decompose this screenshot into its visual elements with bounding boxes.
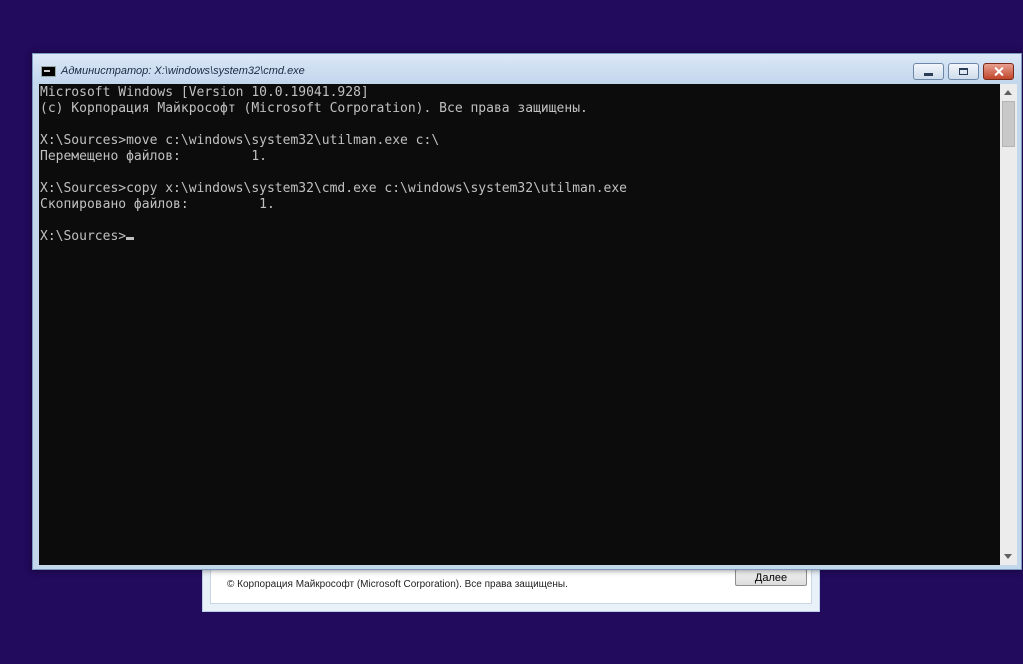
scroll-thumb[interactable] [1002,101,1015,147]
console-line: Перемещено файлов: 1. [40,149,267,164]
cmd-window: Администратор: X:\windows\system32\cmd.e… [32,53,1022,570]
console-line: Microsoft Windows [Version 10.0.19041.92… [40,85,369,100]
console-text: Microsoft Windows [Version 10.0.19041.92… [40,85,627,245]
minimize-button[interactable] [913,63,944,80]
console-prompt-line[interactable]: X:\Sources> [40,229,627,245]
console-line: Скопировано файлов: 1. [40,197,275,212]
next-button[interactable]: Далее [735,569,807,586]
scroll-down-arrow-icon[interactable] [1000,548,1017,565]
window-title: Администратор: X:\windows\system32\cmd.e… [61,65,305,77]
scroll-up-arrow-icon[interactable] [1000,84,1017,101]
vertical-scrollbar[interactable] [1000,84,1017,565]
close-button[interactable] [983,63,1014,80]
text-cursor [126,237,135,240]
setup-copyright-text: © Корпорация Майкрософт (Microsoft Corpo… [227,579,568,590]
console-line: X:\Sources>move c:\windows\system32\util… [40,133,440,148]
maximize-button[interactable] [948,63,979,80]
console-output[interactable]: Microsoft Windows [Version 10.0.19041.92… [39,84,1000,565]
console-prompt: X:\Sources> [40,229,127,244]
console-line: (c) Корпорация Майкрософт (Microsoft Cor… [40,101,588,116]
console-app-icon[interactable] [41,66,56,77]
title-bar[interactable]: Администратор: X:\windows\system32\cmd.e… [33,54,1021,84]
console-line: X:\Sources>copy x:\windows\system32\cmd.… [40,181,627,196]
